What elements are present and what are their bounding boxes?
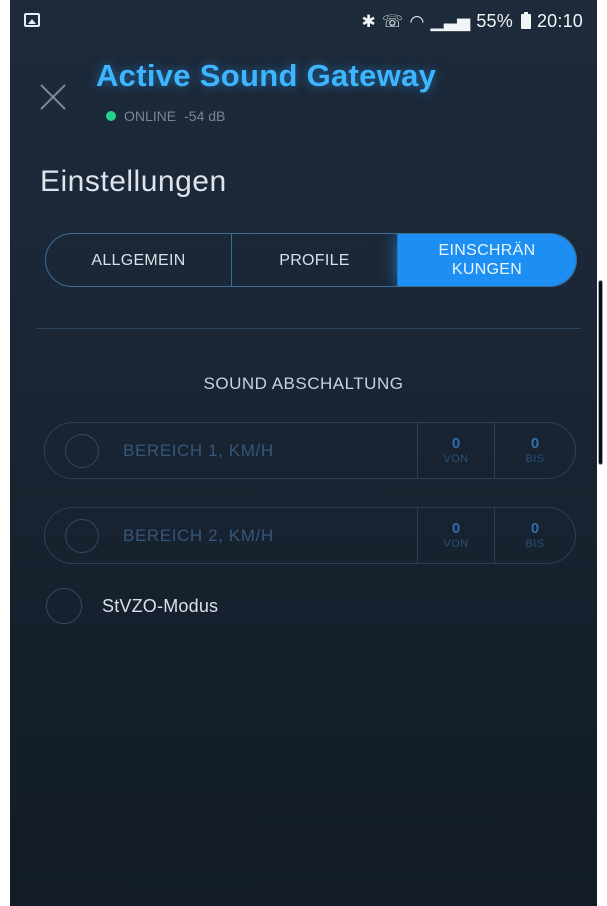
status-bar: ✱ ☏ ◠ ▁▃▅ 55% 20:10 — [10, 0, 597, 48]
battery-percent: 55% — [476, 11, 513, 31]
call-wifi-icon: ☏ — [381, 11, 404, 31]
stvzo-mode-option[interactable]: StVZO-Modus — [46, 588, 218, 624]
scrollbar[interactable] — [598, 280, 603, 465]
range-2-to-field[interactable]: 0 BIS — [494, 508, 575, 563]
clock: 20:10 — [536, 11, 583, 31]
stvzo-label: StVZO-Modus — [102, 595, 219, 616]
range-2-from-field[interactable]: 0 VON — [417, 508, 494, 563]
stvzo-radio[interactable] — [46, 588, 82, 624]
section-title: Einstellungen — [40, 165, 227, 198]
page-title: Active Sound Gateway — [96, 58, 437, 93]
online-label: ONLINE — [124, 108, 177, 124]
app-screen: ✱ ☏ ◠ ▁▃▅ 55% 20:10 Active Sound Gateway… — [10, 0, 597, 906]
device-frame: ✱ ☏ ◠ ▁▃▅ 55% 20:10 Active Sound Gateway… — [0, 0, 607, 906]
range-2-from-value: 0 — [451, 520, 461, 537]
range-1-from-caption: VON — [443, 453, 469, 465]
range-1-label: BEREICH 1, KM/H — [123, 440, 274, 460]
section-subheading: SOUND ABSCHALTUNG — [203, 374, 404, 393]
battery-icon — [520, 12, 531, 29]
close-icon[interactable] — [36, 80, 70, 114]
tab-profile[interactable]: PROFILE — [232, 234, 398, 286]
online-dot-icon — [106, 111, 116, 121]
range-1-to-field[interactable]: 0 BIS — [494, 423, 575, 478]
range-2-to-caption: BIS — [525, 538, 545, 550]
wifi-icon: ◠ — [409, 11, 425, 31]
range-2-radio[interactable] — [65, 518, 99, 553]
connection-status: ONLINE -54 dB — [106, 108, 225, 124]
range-row-1: BEREICH 1, KM/H 0 VON 0 BIS — [44, 422, 576, 479]
image-icon — [24, 13, 40, 27]
divider — [37, 328, 581, 329]
range-1-to-caption: BIS — [525, 453, 545, 465]
tab-allgemein[interactable]: ALLGEMEIN — [46, 234, 232, 286]
range-row-2: BEREICH 2, KM/H 0 VON 0 BIS — [44, 507, 576, 564]
range-1-from-field[interactable]: 0 VON — [417, 423, 494, 478]
range-1-from-value: 0 — [451, 435, 461, 452]
status-right: ✱ ☏ ◠ ▁▃▅ 55% 20:10 — [362, 11, 583, 32]
signal-icon: ▁▃▅ — [430, 11, 471, 31]
tab-bar: ALLGEMEIN PROFILE EINSCHRÄN KUNGEN — [45, 233, 577, 287]
tab-einschraenkungen-label: EINSCHRÄN KUNGEN — [438, 242, 536, 278]
range-1-radio[interactable] — [65, 433, 99, 468]
tab-einschraenkungen[interactable]: EINSCHRÄN KUNGEN — [398, 234, 576, 286]
range-2-from-caption: VON — [443, 538, 469, 550]
signal-strength: -54 dB — [184, 108, 226, 124]
bluetooth-icon: ✱ — [361, 11, 376, 31]
range-2-to-value: 0 — [530, 520, 540, 537]
range-2-label: BEREICH 2, KM/H — [123, 525, 274, 545]
range-1-to-value: 0 — [530, 435, 540, 452]
